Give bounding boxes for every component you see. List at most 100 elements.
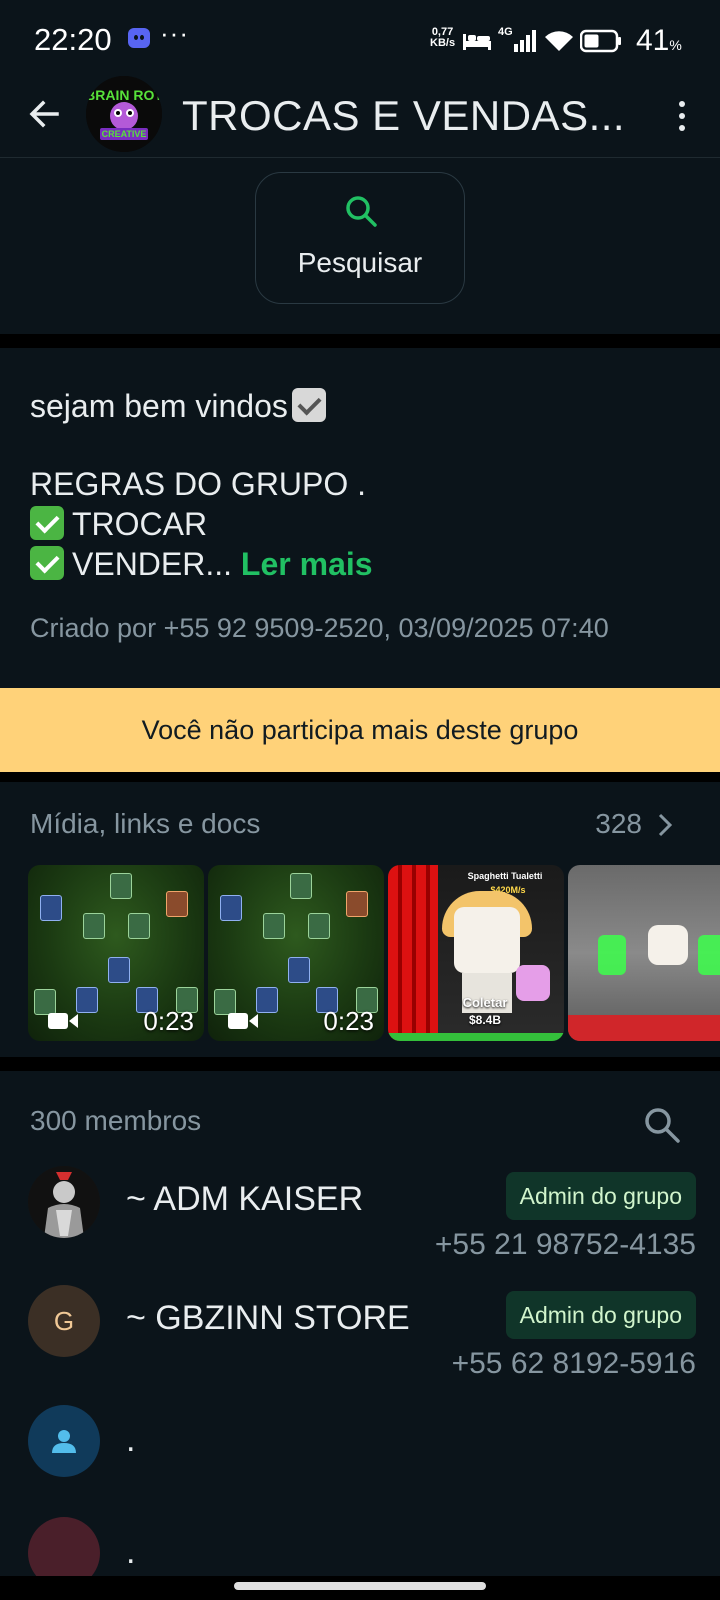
neon-character: [598, 935, 626, 975]
status-time: 22:20: [34, 22, 112, 57]
battery-icon: [580, 29, 621, 53]
collect-value: $8.4B: [468, 1013, 502, 1027]
status-bar: 22:20 ··· 0,77 KB/s 4G 41%: [0, 0, 720, 80]
avatar[interactable]: [28, 1166, 100, 1238]
battery-level-value: 41: [636, 24, 670, 57]
network-speed-unit: KB/s: [430, 37, 456, 49]
description-line: sejam bem vindos: [30, 388, 326, 425]
description-line: TROCAR: [30, 506, 207, 543]
member-name: .: [126, 1533, 136, 1571]
description-text: TROCAR: [72, 506, 208, 542]
player-card: [76, 987, 98, 1013]
player-card: [346, 891, 368, 917]
member-name: ~ ADM KAISER: [126, 1180, 364, 1218]
read-more-link[interactable]: Ler mais: [241, 546, 373, 582]
admin-badge-label: Admin do grupo: [519, 1301, 682, 1328]
check-mark-icon: [30, 546, 64, 580]
check-box-icon: [291, 388, 326, 422]
member-name: ~ GBZINN STORE: [126, 1299, 410, 1337]
pink-character: [516, 965, 550, 1001]
player-card: [220, 895, 242, 921]
search-icon[interactable]: [642, 1105, 682, 1145]
network-speed: 0,77 KB/s: [430, 27, 455, 49]
media-thumbnails: 0:23 0:23 Spaghetti Tualetti $420M/s Col…: [28, 865, 720, 1041]
more-vert-icon-dot: [679, 125, 685, 131]
neon-character: [698, 935, 720, 975]
person-icon: [52, 1430, 76, 1453]
description-line: VENDER... Ler mais: [30, 546, 373, 583]
more-vert-icon-dot: [679, 113, 685, 119]
battery-level-unit: %: [669, 37, 682, 53]
player-card: [166, 891, 188, 917]
player-card: [83, 913, 105, 939]
video-camera-icon: [228, 1013, 258, 1029]
banner-text: Você não participa mais deste grupo: [141, 714, 579, 745]
player-card: [308, 913, 330, 939]
avatar[interactable]: [28, 1405, 100, 1477]
admin-badge-label: Admin do grupo: [519, 1182, 682, 1209]
media-count[interactable]: 328: [595, 808, 642, 840]
avatar[interactable]: G: [28, 1285, 100, 1357]
chat-header: BRAIN ROT CREATIVE TROCAS E VENDAS...: [0, 76, 720, 158]
battery-level: 41%: [636, 24, 682, 58]
home-gesture-handle[interactable]: [234, 1582, 486, 1590]
more-options-button[interactable]: [664, 94, 700, 138]
character-face: [454, 907, 520, 973]
search-label: Pesquisar: [297, 247, 423, 278]
bed-icon: [463, 34, 491, 50]
signal-icon: 4G: [498, 26, 538, 54]
player-card: [110, 873, 132, 899]
svg-text:BRAIN ROT: BRAIN ROT: [86, 87, 162, 103]
player-card: [40, 895, 62, 921]
navigation-bar: [0, 1576, 720, 1600]
video-duration: 0:23: [143, 1006, 194, 1036]
description-text: VENDER...: [72, 546, 233, 582]
wifi-icon: [545, 31, 573, 51]
search-button[interactable]: Pesquisar: [255, 172, 465, 304]
brain-rot-logo: BRAIN ROT CREATIVE: [86, 76, 162, 152]
members-title: 300 membros: [30, 1105, 202, 1136]
members-section: 300 membros ~ ADM KAISER Admin do grupo …: [0, 1071, 720, 1600]
member-phone: +55 62 8192-5916: [451, 1347, 696, 1380]
member-row[interactable]: G ~ GBZINN STORE Admin do grupo +55 62 8…: [0, 1285, 720, 1405]
media-thumbnail-image[interactable]: Spaghetti Tualetti $420M/s Coletar $8.4B: [388, 865, 564, 1041]
admin-badge: Admin do grupo: [505, 1291, 696, 1339]
member-row[interactable]: ~ ADM KAISER Admin do grupo +55 21 98752…: [0, 1166, 720, 1286]
media-thumbnail-video[interactable]: 0:23: [28, 865, 204, 1041]
video-duration: 0:23: [323, 1006, 374, 1036]
media-section[interactable]: Mídia, links e docs 328 0:23 0:23 Spaghe…: [0, 782, 720, 1057]
chevron-right-icon[interactable]: [652, 812, 678, 838]
member-row[interactable]: .: [0, 1405, 720, 1525]
arrow-left-icon: [29, 100, 59, 128]
video-camera-icon: [48, 1013, 78, 1029]
group-title[interactable]: TROCAS E VENDAS...: [182, 92, 642, 140]
avatar-image: [28, 1166, 100, 1238]
media-title[interactable]: Mídia, links e docs: [30, 808, 260, 840]
group-description: sejam bem vindos REGRAS DO GRUPO . TROCA…: [0, 348, 720, 680]
player-card: [263, 913, 285, 939]
red-wall: [388, 865, 438, 1041]
media-thumbnail-video[interactable]: 0:23: [208, 865, 384, 1041]
member-name: .: [126, 1421, 136, 1459]
game-sign-title: Spaghetti Tualetti: [467, 871, 543, 881]
section-divider: [0, 1057, 720, 1071]
check-mark-icon: [30, 506, 64, 540]
player-card: [108, 957, 130, 983]
character-face: [648, 925, 688, 965]
admin-badge: Admin do grupo: [505, 1172, 696, 1220]
red-floor: [568, 1015, 720, 1041]
collect-label: Coletar: [462, 995, 508, 1010]
player-card: [288, 957, 310, 983]
avatar-initial: G: [53, 1305, 75, 1336]
player-card: [128, 913, 150, 939]
player-card: [256, 987, 278, 1013]
back-button[interactable]: [22, 92, 66, 136]
description-line: REGRAS DO GRUPO .: [30, 466, 367, 502]
group-avatar[interactable]: BRAIN ROT CREATIVE: [86, 76, 162, 152]
member-phone: +55 21 98752-4135: [434, 1228, 696, 1261]
media-thumbnail-image[interactable]: [568, 865, 720, 1041]
section-divider: [0, 772, 720, 782]
green-bar: [388, 1033, 564, 1041]
status-icons: 4G: [462, 26, 622, 56]
not-participant-banner: Você não participa mais deste grupo: [0, 688, 720, 772]
